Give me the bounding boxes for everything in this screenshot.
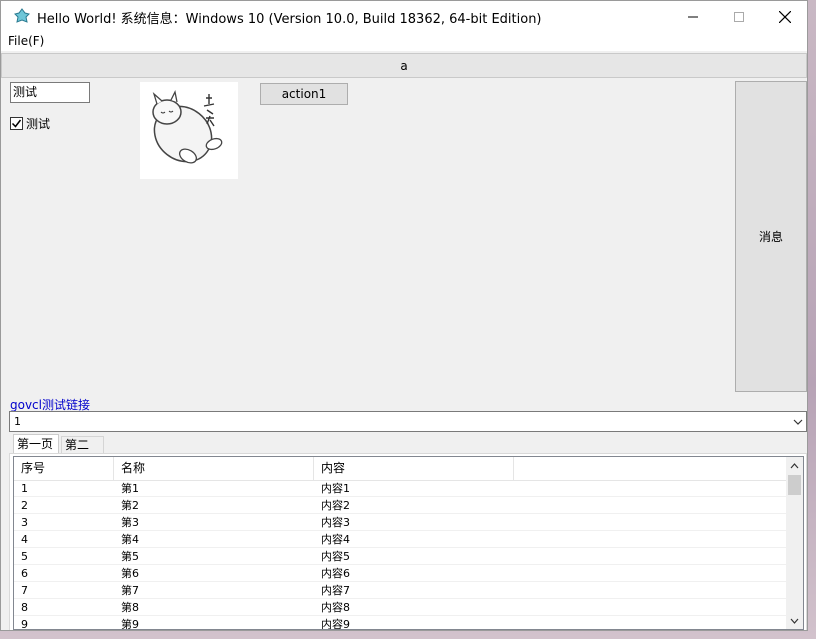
table-cell: 内容2 <box>321 499 350 512</box>
table-cell: 第8 <box>121 601 139 614</box>
column-header-index[interactable]: 序号 <box>14 457 114 480</box>
test-checkbox[interactable]: 测试 <box>10 115 50 131</box>
combo-value: 1 <box>14 415 21 428</box>
table-cell: 第4 <box>121 533 139 546</box>
table-cell: 内容5 <box>321 550 350 563</box>
table-cell: 9 <box>21 618 28 630</box>
menu-bar: File(F) <box>1 32 807 51</box>
action1-button[interactable]: action1 <box>260 83 348 105</box>
window-title: Hello World! 系统信息：Windows 10 (Version 10… <box>37 12 542 27</box>
table-cell: 内容3 <box>321 516 350 529</box>
top-button[interactable]: a <box>1 53 807 78</box>
table-cell: 内容7 <box>321 584 350 597</box>
table-cell: 第7 <box>121 584 139 597</box>
table-cell: 第2 <box>121 499 139 512</box>
cat-image <box>140 82 238 179</box>
scroll-thumb[interactable] <box>788 475 801 495</box>
list-rows: 1 第1 内容1 2 第2 内容2 3 第3 内容3 4 第4 内容4 5 第5 内容5 6 第6 内容6 7 第7 内… <box>14 480 787 630</box>
checkbox-label: 测试 <box>26 116 51 131</box>
table-cell: 内容4 <box>321 533 350 546</box>
table-row[interactable]: 6 第6 内容6 <box>14 565 787 582</box>
table-cell: 6 <box>21 567 28 580</box>
table-row[interactable]: 2 第2 内容2 <box>14 497 787 514</box>
table-row[interactable]: 4 第4 内容4 <box>14 531 787 548</box>
tab-page-2[interactable]: 第二页 <box>61 436 104 469</box>
minimize-icon <box>688 16 698 17</box>
scroll-up-button[interactable] <box>786 457 803 474</box>
title-bar[interactable]: Hello World! 系统信息：Windows 10 (Version 10… <box>1 1 807 32</box>
sleeping-cat-icon <box>152 90 223 164</box>
checkbox-box[interactable] <box>10 116 23 130</box>
table-cell: 5 <box>21 550 28 563</box>
tab-page-1[interactable]: 第一页 <box>13 434 59 453</box>
menu-file[interactable]: File(F) <box>8 34 44 48</box>
message-button[interactable]: 消息 <box>735 81 807 392</box>
text-edit[interactable]: 测试 <box>10 82 90 103</box>
app-icon <box>14 8 30 23</box>
chevron-down-icon <box>790 618 799 624</box>
check-icon <box>11 119 22 128</box>
table-cell: 内容1 <box>321 482 350 495</box>
table-cell: 4 <box>21 533 28 546</box>
combo-box[interactable]: 1 <box>9 411 807 432</box>
table-cell: 2 <box>21 499 28 512</box>
table-row[interactable]: 1 第1 内容1 <box>14 480 787 497</box>
table-cell: 3 <box>21 516 28 529</box>
table-cell: 7 <box>21 584 28 597</box>
list-view[interactable]: 序号 名称 内容 1 第1 内容1 2 第2 内容2 3 第3 内容3 4 第4 内容4 5 第5 内容5 6… <box>13 456 804 630</box>
chevron-down-icon[interactable] <box>793 417 803 427</box>
main-window: Hello World! 系统信息：Windows 10 (Version 10… <box>0 0 808 631</box>
scroll-down-button[interactable] <box>786 612 803 629</box>
table-cell: 内容9 <box>321 618 350 630</box>
maximize-button[interactable] <box>716 1 762 32</box>
table-row[interactable]: 3 第3 内容3 <box>14 514 787 531</box>
minimize-button[interactable] <box>670 1 716 32</box>
table-cell: 1 <box>21 482 28 495</box>
close-button[interactable] <box>762 1 807 32</box>
table-cell: 第9 <box>121 618 139 630</box>
table-row[interactable]: 7 第7 内容7 <box>14 582 787 599</box>
table-cell: 8 <box>21 601 28 614</box>
table-row[interactable]: 8 第8 内容8 <box>14 599 787 616</box>
table-cell: 第3 <box>121 516 139 529</box>
list-header: 序号 名称 内容 <box>14 457 787 481</box>
table-cell: 第1 <box>121 482 139 495</box>
table-cell: 内容6 <box>321 567 350 580</box>
table-row[interactable]: 5 第5 内容5 <box>14 548 787 565</box>
column-header-content[interactable]: 内容 <box>314 457 514 480</box>
chevron-up-icon <box>790 462 799 468</box>
vertical-scrollbar[interactable] <box>786 457 803 629</box>
close-icon <box>779 10 791 23</box>
maximize-icon <box>734 11 744 22</box>
column-header-name[interactable]: 名称 <box>114 457 314 480</box>
table-cell: 第6 <box>121 567 139 580</box>
table-cell: 第5 <box>121 550 139 563</box>
table-row[interactable]: 9 第9 内容9 <box>14 616 787 630</box>
table-cell: 内容8 <box>321 601 350 614</box>
